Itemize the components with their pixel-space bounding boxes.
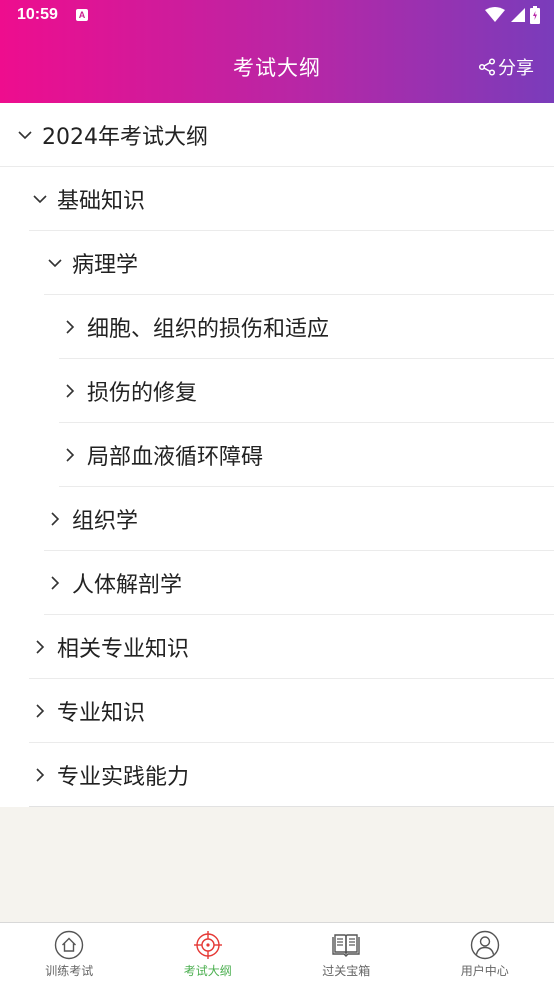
tree-row[interactable]: 基础知识 xyxy=(29,167,554,231)
tree-row-label: 病理学 xyxy=(72,252,139,278)
chevron-right-icon xyxy=(66,319,75,334)
home-icon xyxy=(55,930,84,960)
tab-pass-treasure[interactable]: 过关宝箱 xyxy=(277,923,416,984)
tab-exam-syllabus[interactable]: 考试大纲 xyxy=(139,923,278,984)
tree-row[interactable]: 组织学 xyxy=(44,487,554,551)
tree-row-label: 相关专业知识 xyxy=(57,636,190,662)
wifi-icon xyxy=(485,7,505,22)
tree-row-label: 损伤的修复 xyxy=(87,380,198,406)
chevron-down-icon xyxy=(48,258,62,267)
status-bar: 10:59 A xyxy=(0,0,554,32)
bottom-tab-bar: 训练考试 考试大纲 过关宝箱 用户中心 xyxy=(0,922,554,984)
target-icon xyxy=(193,931,222,959)
tree-row-label: 局部血液循环障碍 xyxy=(87,444,264,470)
chevron-right-icon xyxy=(66,383,75,398)
tree-row[interactable]: 专业实践能力 xyxy=(29,743,554,807)
tree-row-label: 人体解剖学 xyxy=(72,572,183,598)
chevron-right-icon xyxy=(51,575,60,590)
tree-row[interactable]: 局部血液循环障碍 xyxy=(59,423,554,487)
tree-row[interactable]: 相关专业知识 xyxy=(29,615,554,679)
tab-label: 训练考试 xyxy=(45,964,94,978)
title-bar: 考试大纲 分享 xyxy=(0,32,554,103)
tab-user-center[interactable]: 用户中心 xyxy=(416,923,554,984)
tree-row[interactable]: 细胞、组织的损伤和适应 xyxy=(59,295,554,359)
tab-training-exam[interactable]: 训练考试 xyxy=(0,923,139,984)
chevron-right-icon xyxy=(51,511,60,526)
share-label: 分享 xyxy=(498,58,534,79)
tree-row-label: 基础知识 xyxy=(57,188,146,214)
tree-row[interactable]: 人体解剖学 xyxy=(44,551,554,615)
tree-row-label: 专业知识 xyxy=(57,700,146,726)
chevron-right-icon xyxy=(66,447,75,462)
chevron-right-icon xyxy=(36,767,45,782)
share-button[interactable]: 分享 xyxy=(478,54,534,80)
page-title: 考试大纲 xyxy=(233,56,321,80)
tree-row[interactable]: 专业知识 xyxy=(29,679,554,743)
tab-label: 用户中心 xyxy=(460,964,509,978)
cellular-signal-icon xyxy=(511,8,525,22)
tab-label: 过关宝箱 xyxy=(322,964,371,978)
chevron-down-icon xyxy=(18,130,32,139)
syllabus-tree: 2024年考试大纲基础知识病理学细胞、组织的损伤和适应 损伤的修复局部血液循环障碍… xyxy=(0,103,554,807)
tree-row-label: 组织学 xyxy=(72,508,139,534)
tree-row[interactable]: 损伤的修复 xyxy=(59,359,554,423)
chevron-right-icon xyxy=(36,703,45,718)
app-header: 10:59 A 考试大纲 分享 xyxy=(0,0,554,103)
share-icon xyxy=(478,58,496,76)
tree-row-label: 专业实践能力 xyxy=(57,764,190,790)
tab-label: 考试大纲 xyxy=(183,964,232,978)
chevron-right-icon xyxy=(36,639,45,654)
tree-row[interactable]: 2024年考试大纲 xyxy=(0,103,554,167)
status-indicators xyxy=(485,6,540,24)
tree-row-label: 2024年考试大纲 xyxy=(42,124,208,150)
status-time: 10:59 xyxy=(17,6,58,23)
battery-icon xyxy=(530,6,540,24)
book-icon xyxy=(332,934,360,957)
user-icon xyxy=(470,930,499,960)
tree-row[interactable]: 病理学 xyxy=(44,231,554,295)
tree-row-label: 细胞、组织的损伤和适应 xyxy=(87,316,330,342)
chevron-down-icon xyxy=(33,194,47,203)
notification-a-icon: A xyxy=(76,9,88,21)
